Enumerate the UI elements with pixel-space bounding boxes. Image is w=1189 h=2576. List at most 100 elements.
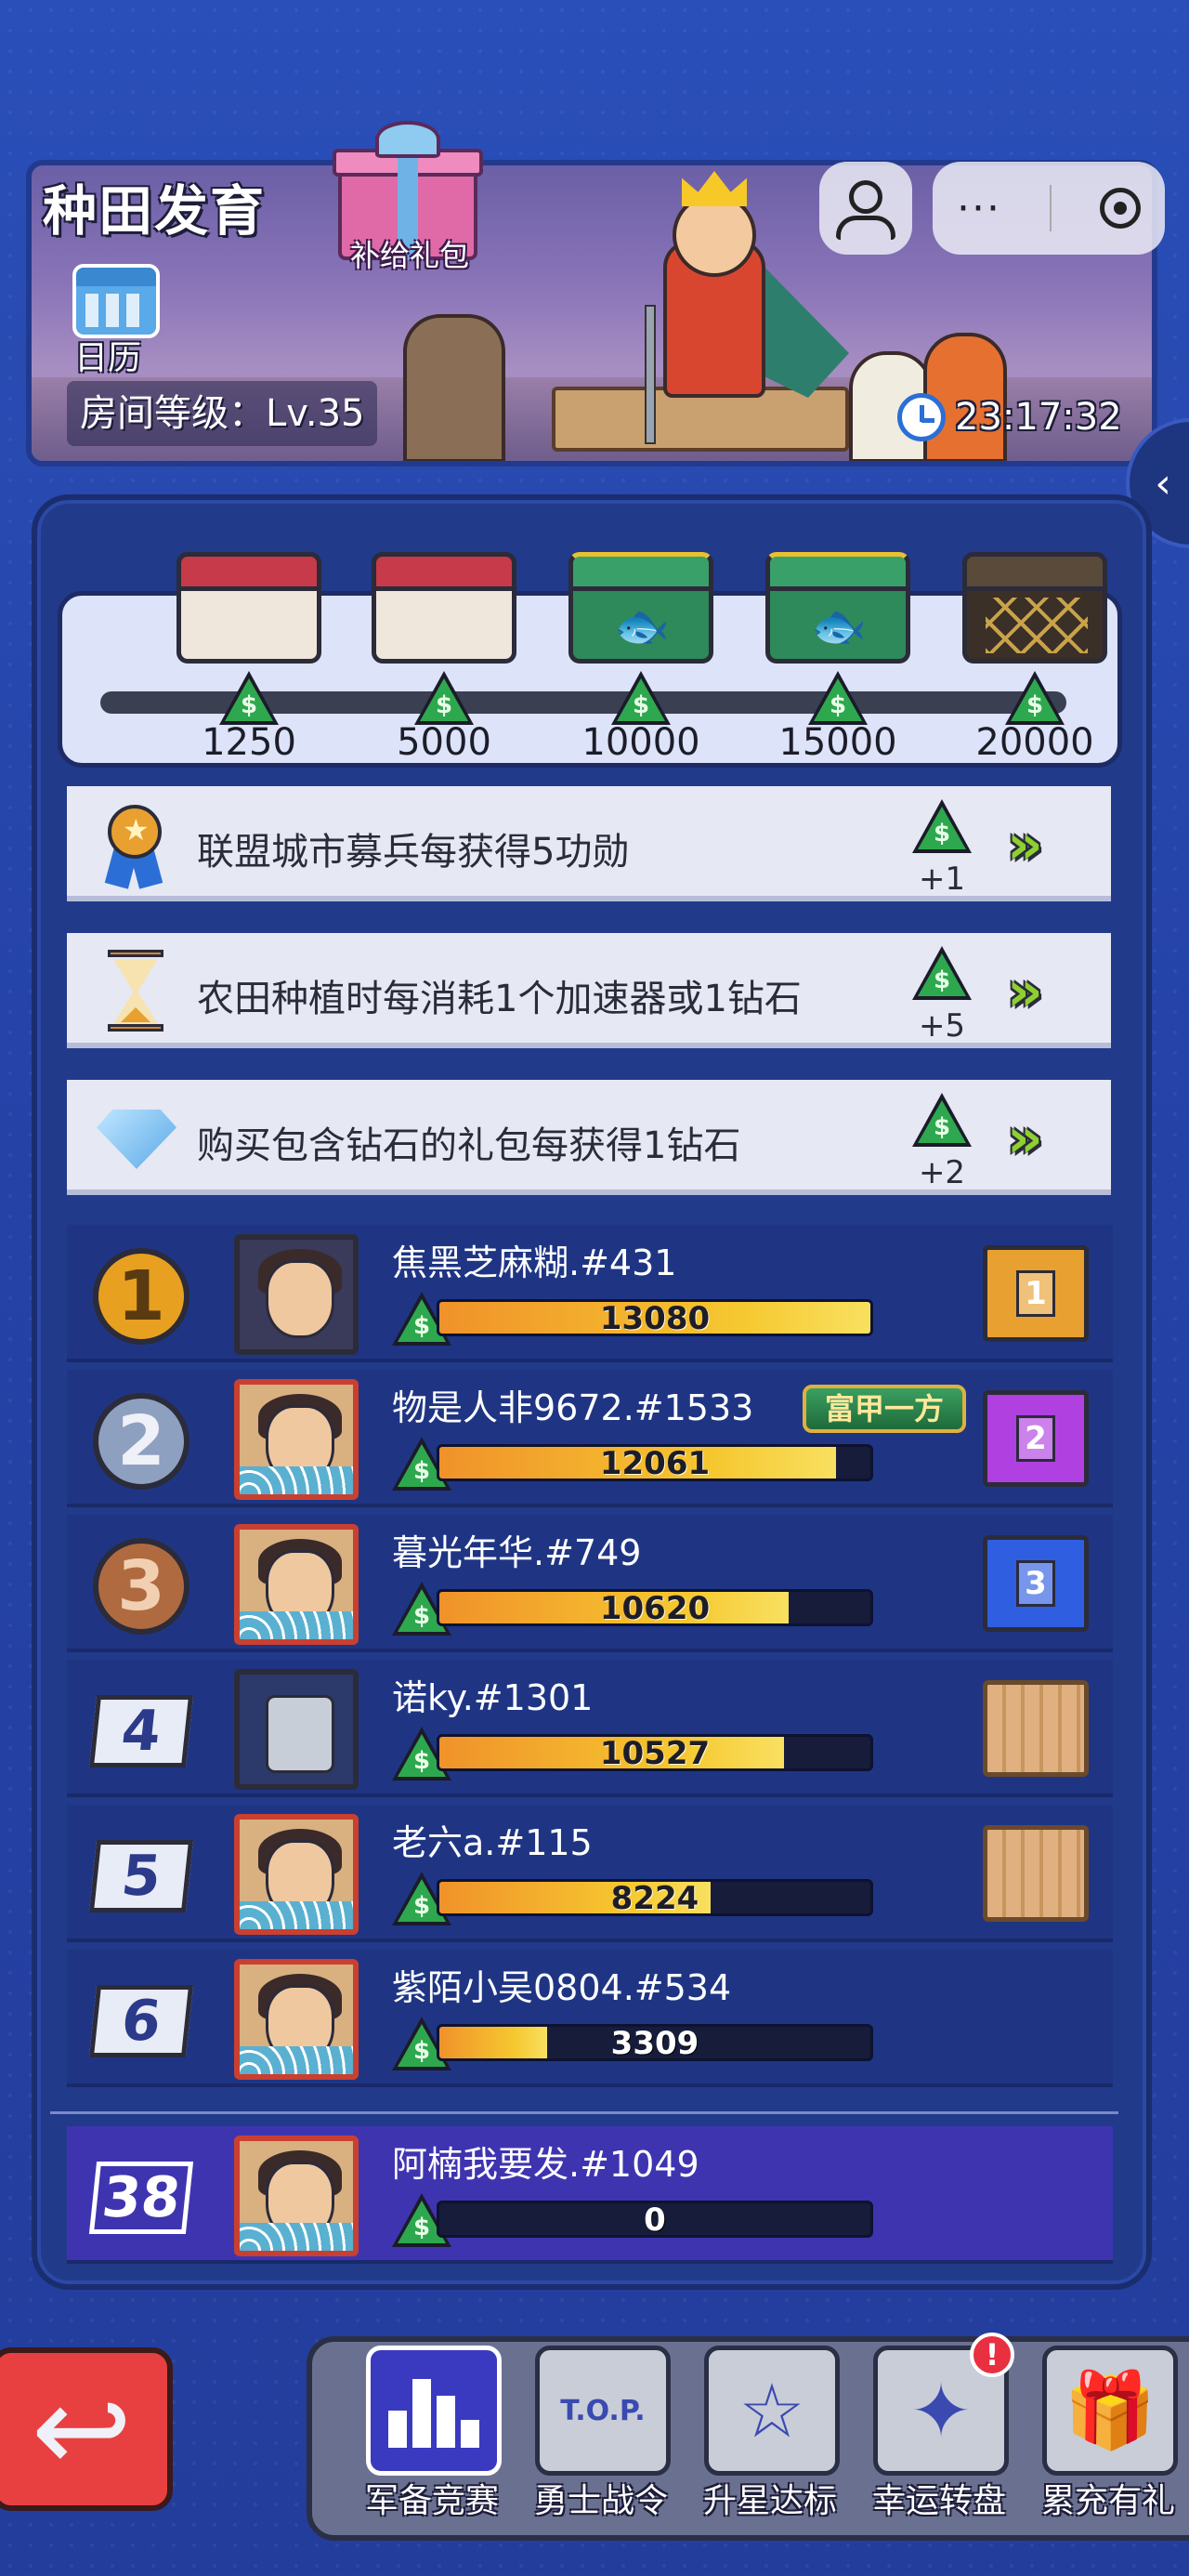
event-title: 种田发育 [43, 179, 267, 243]
nav-arms-race[interactable]: 军备竞赛 [353, 2346, 511, 2531]
score-bar: 8224 [437, 1879, 873, 1916]
nav-label: 升星达标 [702, 2482, 837, 2520]
close-target-icon[interactable] [1099, 188, 1141, 229]
avatar[interactable] [234, 1814, 359, 1935]
nav-label: 军备竞赛 [364, 2482, 499, 2520]
rank-medal-bronze: 3 [85, 1535, 197, 1637]
score-bar: 13080 [437, 1299, 873, 1336]
avatar[interactable] [234, 1234, 359, 1355]
avatar[interactable] [234, 1524, 359, 1645]
rank-reward-chest[interactable]: 2 [983, 1390, 1089, 1487]
wooden-crate-icon[interactable] [983, 1825, 1089, 1922]
sword-icon [645, 305, 656, 444]
milestone-chest[interactable] [176, 552, 321, 664]
go-arrow-button[interactable]: » [1007, 1108, 1085, 1169]
rank-plate: 4 [85, 1680, 197, 1782]
s-coin-icon: $ [808, 671, 868, 725]
milestone-value: 15000 [778, 721, 897, 764]
score-value: 10620 [599, 1590, 711, 1626]
score-bar: 0 [437, 2201, 873, 2238]
countdown-value: 23:17:32 [955, 396, 1122, 439]
rank-medal-gold: 1 [85, 1245, 197, 1347]
clock-icon [897, 393, 946, 441]
wooden-crate-icon[interactable] [983, 1680, 1089, 1777]
score-value: 3309 [610, 2025, 699, 2061]
top-ticket-icon: T.O.P. [535, 2346, 671, 2476]
score-value: 13080 [599, 1300, 711, 1336]
title-badge: 富甲一方 [803, 1385, 966, 1433]
ranking-row[interactable]: 1 焦黑芝麻糊.#431 $ 13080 1 [67, 1225, 1113, 1362]
milestone-value: 10000 [581, 721, 700, 764]
calendar-label[interactable]: 日历 [74, 331, 141, 379]
milestone-chest[interactable] [568, 552, 713, 664]
s-coin-icon: $ [912, 799, 972, 853]
player-name: 老六a.#115 [392, 1822, 593, 1863]
player-name: 阿楠我要发.#1049 [392, 2144, 699, 2185]
task-description: 购买包含钻石的礼包每获得1钻石 [197, 1124, 741, 1167]
calendar-icon[interactable] [72, 264, 160, 338]
go-arrow-button[interactable]: » [1007, 814, 1085, 875]
rank-plate: 38 [85, 2147, 197, 2249]
go-arrow-button[interactable]: » [1007, 961, 1085, 1022]
milestone-chest[interactable] [372, 552, 516, 664]
user-icon [849, 180, 882, 214]
s-coin-icon: $ [414, 671, 474, 725]
capsule-divider [1049, 185, 1052, 231]
milestone-value: 1250 [202, 721, 296, 764]
gift-icon: 🎁 [1042, 2346, 1178, 2476]
ranking-row[interactable]: 4 诺ky.#1301 $ 10527 [67, 1660, 1113, 1797]
self-ranking-row[interactable]: 38 阿楠我要发.#1049 $ 0 [67, 2126, 1113, 2264]
rank-reward-chest[interactable]: 1 [983, 1245, 1089, 1342]
nav-warrior-pass[interactable]: T.O.P. 勇士战令 [522, 2346, 680, 2531]
profile-button[interactable] [819, 162, 912, 255]
diamond-icon [93, 1093, 176, 1182]
ranking-row[interactable]: 5 老六a.#115 $ 8224 [67, 1805, 1113, 1942]
rank-reward-chest[interactable]: 3 [983, 1535, 1089, 1632]
nav-star-up[interactable]: ☆ 升星达标 [691, 2346, 849, 2531]
countdown-timer: 23:17:32 [897, 390, 1122, 444]
milestone-chest[interactable] [962, 552, 1107, 664]
rank-plate: 5 [85, 1825, 197, 1927]
avatar[interactable] [234, 1959, 359, 2080]
task-row: 购买包含钻石的礼包每获得1钻石 $ +2 » [67, 1080, 1111, 1195]
ranking-row[interactable]: 6 紫陌小吴0804.#534 $ 3309 [67, 1950, 1113, 2087]
crown-icon [682, 171, 747, 206]
alert-badge: ! [970, 2333, 1014, 2377]
task-reward: $ +1 [908, 799, 975, 898]
score-value: 0 [644, 2201, 666, 2238]
avatar[interactable] [234, 1379, 359, 1500]
s-coin-icon: $ [1005, 671, 1065, 725]
bar-chart-icon [366, 2346, 502, 2476]
nav-lucky-wheel[interactable]: ✦ ! 幸运转盘 [860, 2333, 1018, 2531]
ranking-row[interactable]: 3 暮光年华.#749 $ 10620 3 [67, 1515, 1113, 1652]
player-name: 物是人非9672.#1533 [392, 1387, 754, 1428]
nav-recharge-gift[interactable]: 🎁 累充有礼 [1029, 2346, 1187, 2531]
s-coin-icon: $ [611, 671, 671, 725]
milestone-value: 5000 [397, 721, 491, 764]
self-divider [50, 2111, 1118, 2114]
task-row: 农田种植时每消耗1个加速器或1钻石 $ +5 » [67, 933, 1111, 1048]
nav-label: 勇士战令 [533, 2482, 668, 2520]
task-reward-amount: +1 [918, 861, 966, 898]
task-reward: $ +5 [908, 946, 975, 1045]
supply-gift-label[interactable]: 补给礼包 [333, 232, 487, 275]
player-name: 诺ky.#1301 [392, 1677, 594, 1718]
player-name: 暮光年华.#749 [392, 1532, 642, 1573]
mini-program-capsule: ··· [933, 162, 1165, 255]
milestone-chest[interactable] [765, 552, 910, 664]
avatar[interactable] [234, 1669, 359, 1790]
task-reward: $ +2 [908, 1093, 975, 1191]
score-value: 8224 [610, 1880, 699, 1916]
ranking-row[interactable]: 2 物是人非9672.#1533 富甲一方 $ 12061 2 [67, 1370, 1113, 1507]
nav-label: 累充有礼 [1040, 2482, 1175, 2520]
s-coin-icon: $ [912, 946, 972, 1000]
s-coin-icon: $ [912, 1093, 972, 1147]
more-menu-button[interactable]: ··· [957, 185, 1001, 232]
score-value: 12061 [599, 1445, 711, 1481]
back-button[interactable]: ↩ [0, 2347, 173, 2511]
score-bar: 12061 [437, 1444, 873, 1481]
medal-icon [93, 799, 176, 889]
avatar[interactable] [234, 2136, 359, 2256]
rank-medal-silver: 2 [85, 1390, 197, 1492]
player-name: 焦黑芝麻糊.#431 [392, 1242, 677, 1283]
